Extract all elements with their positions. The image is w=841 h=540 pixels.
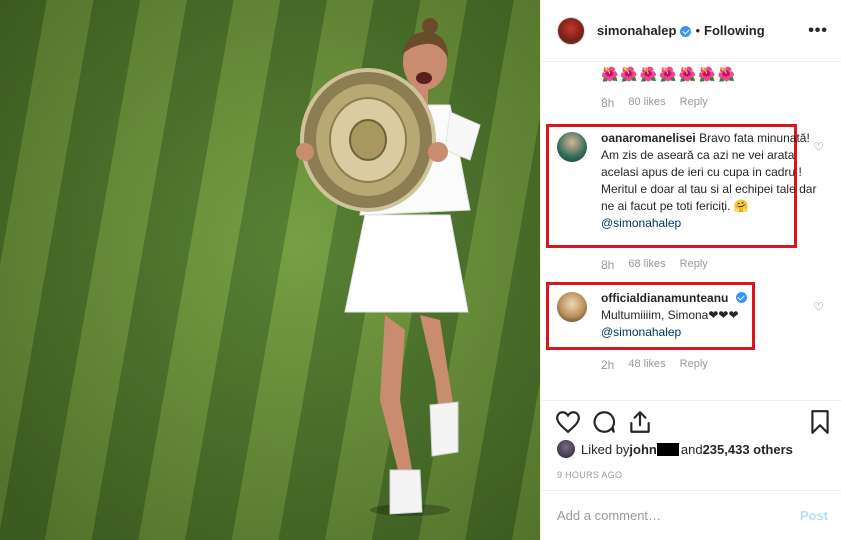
- like-comment-heart-icon[interactable]: ♡: [813, 140, 824, 154]
- post-actions-bar: [541, 400, 841, 440]
- post-header: simonahalep • Following •••: [541, 0, 841, 62]
- post-photo[interactable]: [0, 0, 540, 540]
- comment-emoji-text: 🌺🌺🌺🌺🌺🌺🌺: [601, 66, 738, 82]
- likes-count[interactable]: 235,433 others: [703, 442, 793, 457]
- following-button[interactable]: Following: [704, 23, 765, 38]
- liker-avatar[interactable]: [557, 440, 575, 458]
- separator-dot: •: [695, 23, 701, 38]
- comment-likes[interactable]: 68 likes: [628, 258, 665, 272]
- reply-button[interactable]: Reply: [680, 258, 708, 272]
- redaction-bar: [656, 442, 679, 456]
- add-comment-input[interactable]: [557, 508, 800, 523]
- comment-likes[interactable]: 48 likes: [628, 358, 665, 372]
- liked-by-prefix: Liked by: [581, 441, 630, 457]
- comment-time[interactable]: 2h: [601, 358, 614, 372]
- liked-by-line: Liked by john and 235,433 others: [557, 440, 793, 458]
- commenter-avatar[interactable]: [557, 292, 587, 322]
- liked-by-and: and: [680, 441, 703, 457]
- comment-username[interactable]: officialdianamunteanu: [601, 291, 728, 305]
- verified-badge-icon: [680, 26, 692, 37]
- like-comment-heart-icon[interactable]: ♡: [813, 300, 824, 314]
- author-avatar[interactable]: [557, 16, 585, 45]
- comment-time[interactable]: 8h: [601, 258, 614, 272]
- post-side-panel: simonahalep • Following ••• 🌺🌺🌺🌺🌺🌺🌺 8h 8…: [540, 0, 841, 540]
- author-username[interactable]: simonahalep: [597, 23, 676, 38]
- like-heart-icon[interactable]: [555, 409, 581, 435]
- comment-time[interactable]: 8h: [601, 96, 614, 110]
- commenter-avatar[interactable]: [557, 132, 587, 162]
- comment-likes[interactable]: 80 likes: [628, 96, 665, 110]
- save-bookmark-icon[interactable]: [807, 409, 833, 435]
- liker-name[interactable]: john: [629, 442, 656, 457]
- reply-button[interactable]: Reply: [680, 96, 708, 110]
- verified-badge-icon: [735, 292, 747, 303]
- reply-button[interactable]: Reply: [680, 358, 708, 372]
- comment-meta: 2h 48 likes Reply: [601, 358, 708, 372]
- comment-item: officialdianamunteanu Multumiiiim, Simon…: [557, 290, 817, 341]
- comment-meta: 8h 68 likes Reply: [601, 258, 708, 272]
- comment-mention[interactable]: @simonahalep: [601, 325, 681, 339]
- comment-mention[interactable]: @simonahalep: [601, 216, 681, 230]
- comments-list[interactable]: 🌺🌺🌺🌺🌺🌺🌺 8h 80 likes Reply oanaromanelise…: [541, 62, 841, 392]
- more-options-icon[interactable]: •••: [808, 22, 828, 40]
- post-comment-button[interactable]: Post: [800, 508, 828, 523]
- player-with-trophy-illustration: [296, 18, 481, 516]
- next-comment-partial: [557, 390, 817, 392]
- comment-body: oanaromanelisei Bravo fata minunată! Am …: [601, 130, 817, 232]
- comment-meta: 8h 80 likes Reply: [601, 96, 708, 110]
- post-timestamp[interactable]: 9 HOURS AGO: [557, 470, 622, 480]
- comment-item: oanaromanelisei Bravo fata minunată! Am …: [557, 130, 817, 232]
- share-icon[interactable]: [627, 409, 653, 435]
- comment-text: Multumiiiim, Simona❤❤❤: [601, 308, 739, 322]
- comment-body: officialdianamunteanu Multumiiiim, Simon…: [601, 290, 817, 341]
- comment-bubble-icon[interactable]: [591, 409, 617, 435]
- add-comment-bar: Post: [541, 490, 841, 540]
- comment-username[interactable]: oanaromanelisei: [601, 131, 696, 145]
